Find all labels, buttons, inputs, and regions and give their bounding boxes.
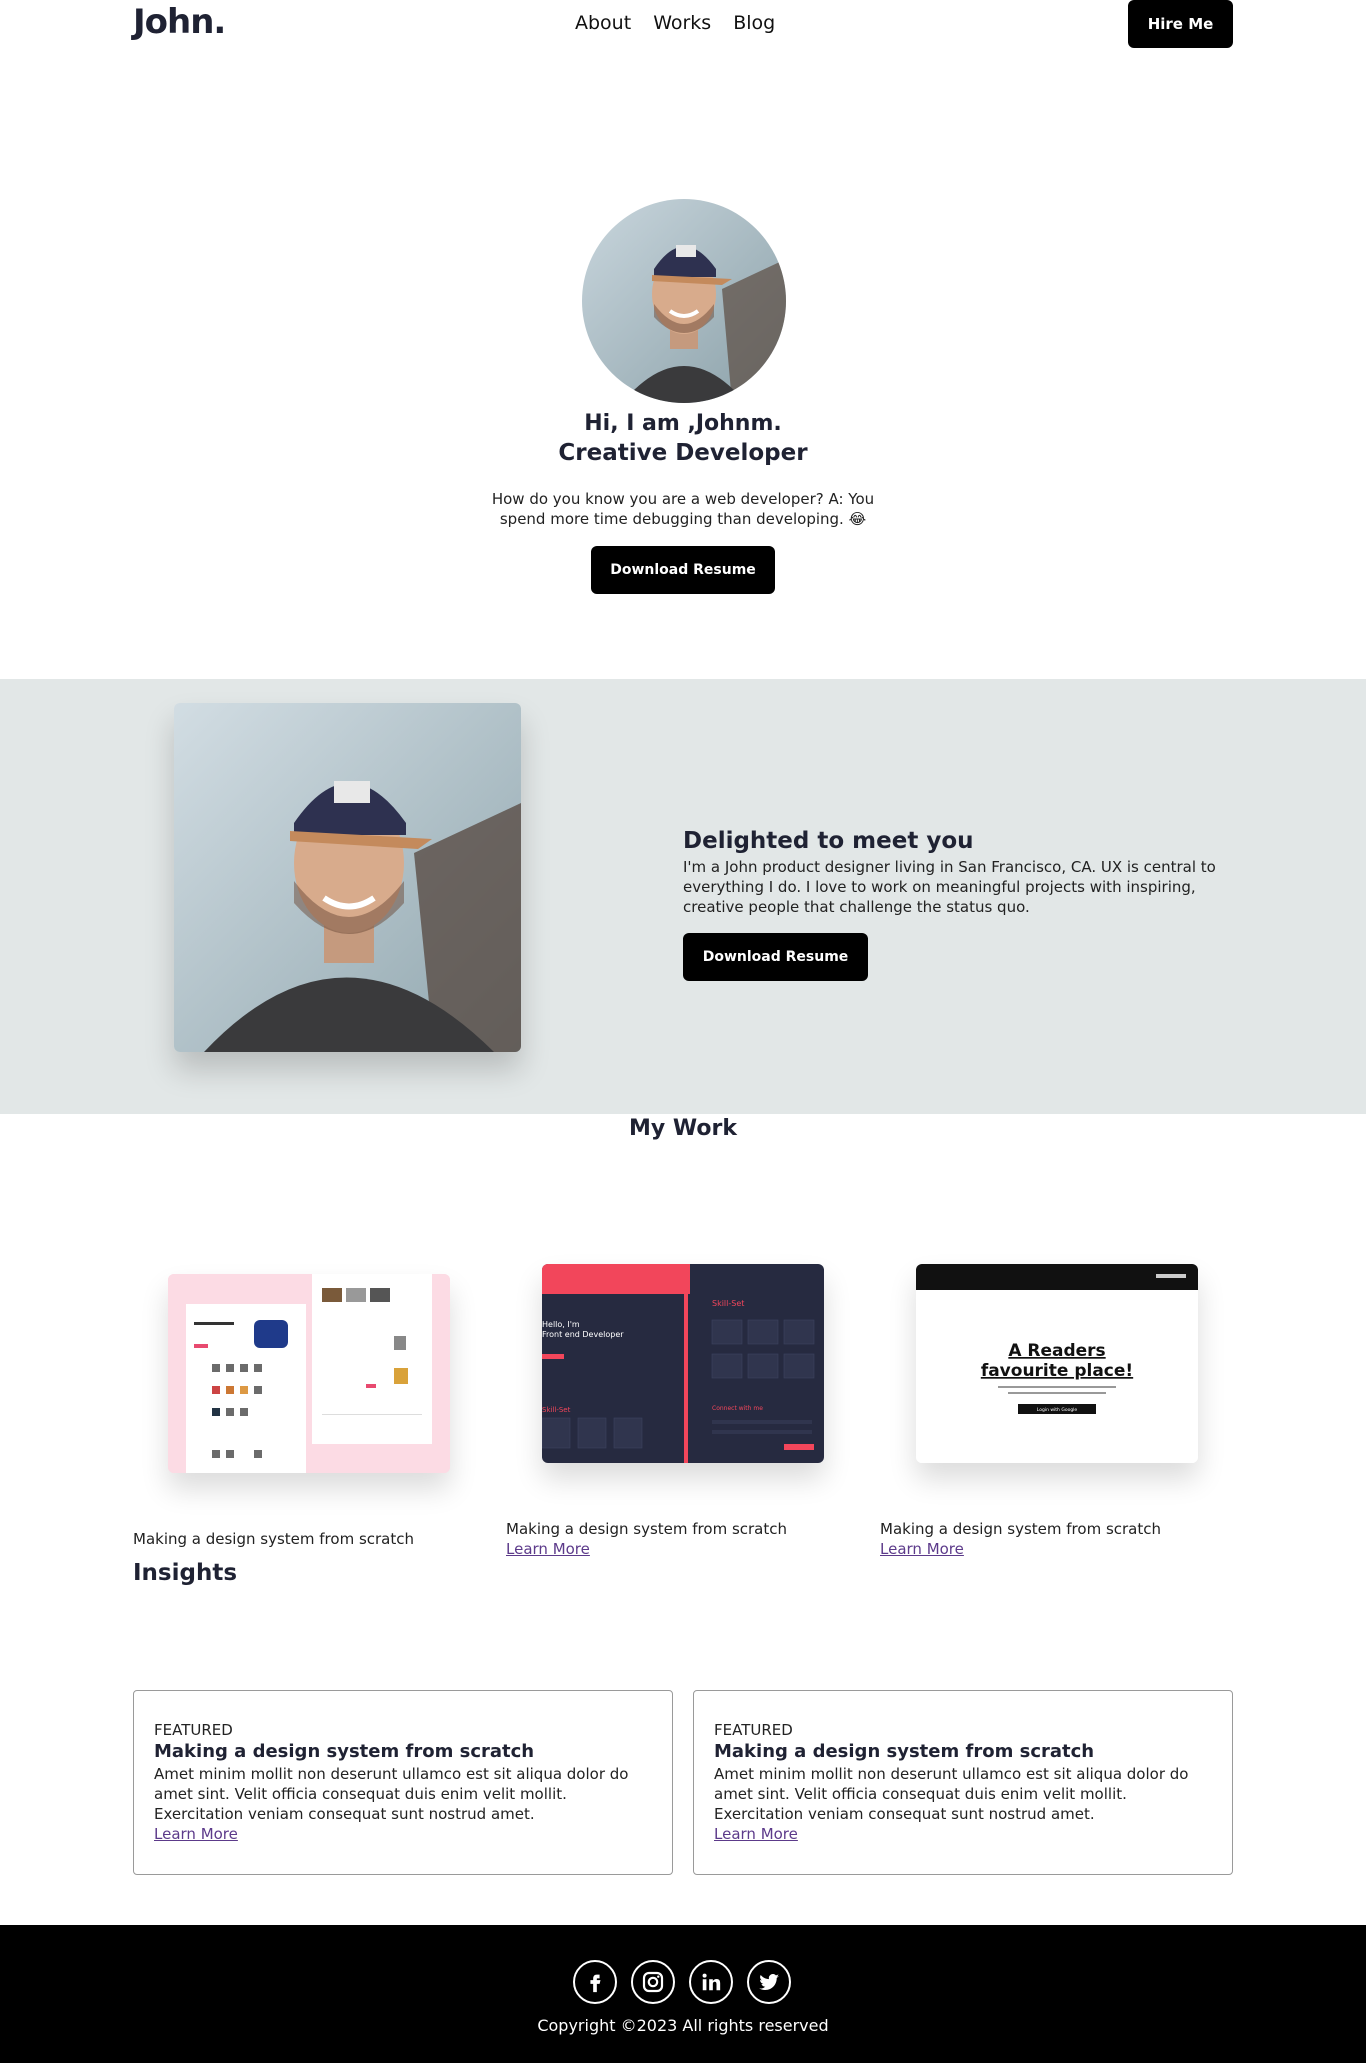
- card-learn-more[interactable]: Learn More: [154, 1825, 238, 1843]
- card-tag: FEATURED: [714, 1721, 793, 1739]
- card-text: Amet minim mollit non deserunt ullamco e…: [154, 1765, 629, 1823]
- hero-greeting: Hi, I am ,Johnm.: [584, 411, 782, 436]
- thumb2-skill-left: Skill-Set: [542, 1406, 571, 1414]
- card-learn-more[interactable]: Learn More: [714, 1825, 798, 1843]
- work-thumbnail-3[interactable]: A Readers favourite place! Login with Go…: [916, 1264, 1198, 1463]
- nav-about[interactable]: About: [575, 12, 631, 34]
- work-thumbnail-1[interactable]: [168, 1274, 450, 1473]
- card-title: Making a design system from scratch: [714, 1741, 1095, 1762]
- works-heading: My Work: [629, 1116, 737, 1141]
- card-title: Making a design system from scratch: [154, 1741, 535, 1762]
- download-resume-button[interactable]: Download Resume: [591, 546, 775, 594]
- site-footer: Copyright ©2023 All rights reserved: [0, 1925, 1366, 2063]
- site-logo[interactable]: John.: [133, 2, 226, 42]
- insights-heading: Insights: [133, 1560, 238, 1586]
- thumb2-skill-right: Skill-Set: [712, 1299, 744, 1308]
- about-download-resume-button[interactable]: Download Resume: [683, 933, 868, 981]
- thumb3-headline-2: favourite place!: [981, 1361, 1133, 1381]
- profile-avatar: [582, 199, 786, 403]
- twitter-icon[interactable]: [747, 1960, 791, 2004]
- work-caption-3: Making a design system from scratch: [880, 1520, 1162, 1538]
- thumb2-hello: Hello, I'm: [542, 1320, 580, 1329]
- about-title: Delighted to meet you: [683, 828, 974, 854]
- thumb3-headline-1: A Readers: [1008, 1341, 1105, 1361]
- copyright-text: Copyright ©2023 All rights reserved: [537, 2016, 829, 2035]
- card-tag: FEATURED: [154, 1721, 233, 1739]
- work-learn-more-2[interactable]: Learn More: [506, 1540, 590, 1558]
- hire-me-button[interactable]: Hire Me: [1128, 0, 1233, 48]
- facebook-icon[interactable]: [573, 1960, 617, 2004]
- instagram-icon[interactable]: [631, 1960, 675, 2004]
- hero-description: How do you know you are a web developer?…: [491, 490, 875, 528]
- main-nav: About Works Blog: [575, 12, 775, 34]
- thumb3-button: Login with Google: [1037, 1407, 1078, 1413]
- site-header: John. About Works Blog Hire Me: [0, 0, 1366, 50]
- about-photo: [174, 703, 521, 1052]
- social-links: [573, 1960, 791, 2004]
- work-learn-more-3[interactable]: Learn More: [880, 1540, 964, 1558]
- insight-card-2: FEATURED Making a design system from scr…: [693, 1690, 1233, 1875]
- thumb2-role: Front end Developer: [542, 1330, 624, 1339]
- about-section: Delighted to meet you I'm a John product…: [0, 679, 1366, 1114]
- work-caption-1: Making a design system from scratch: [133, 1530, 415, 1548]
- nav-blog[interactable]: Blog: [733, 12, 775, 34]
- hero-role: Creative Developer: [558, 440, 808, 466]
- work-caption-2: Making a design system from scratch: [506, 1520, 788, 1538]
- thumb2-connect: Connect with me: [712, 1405, 763, 1412]
- card-text: Amet minim mollit non deserunt ullamco e…: [714, 1765, 1189, 1823]
- insight-card-1: FEATURED Making a design system from scr…: [133, 1690, 673, 1875]
- linkedin-icon[interactable]: [689, 1960, 733, 2004]
- work-thumbnail-2[interactable]: Hello, I'm Front end Developer Skill-Set…: [542, 1264, 824, 1463]
- nav-works[interactable]: Works: [653, 12, 711, 34]
- about-text: I'm a John product designer living in Sa…: [683, 858, 1216, 916]
